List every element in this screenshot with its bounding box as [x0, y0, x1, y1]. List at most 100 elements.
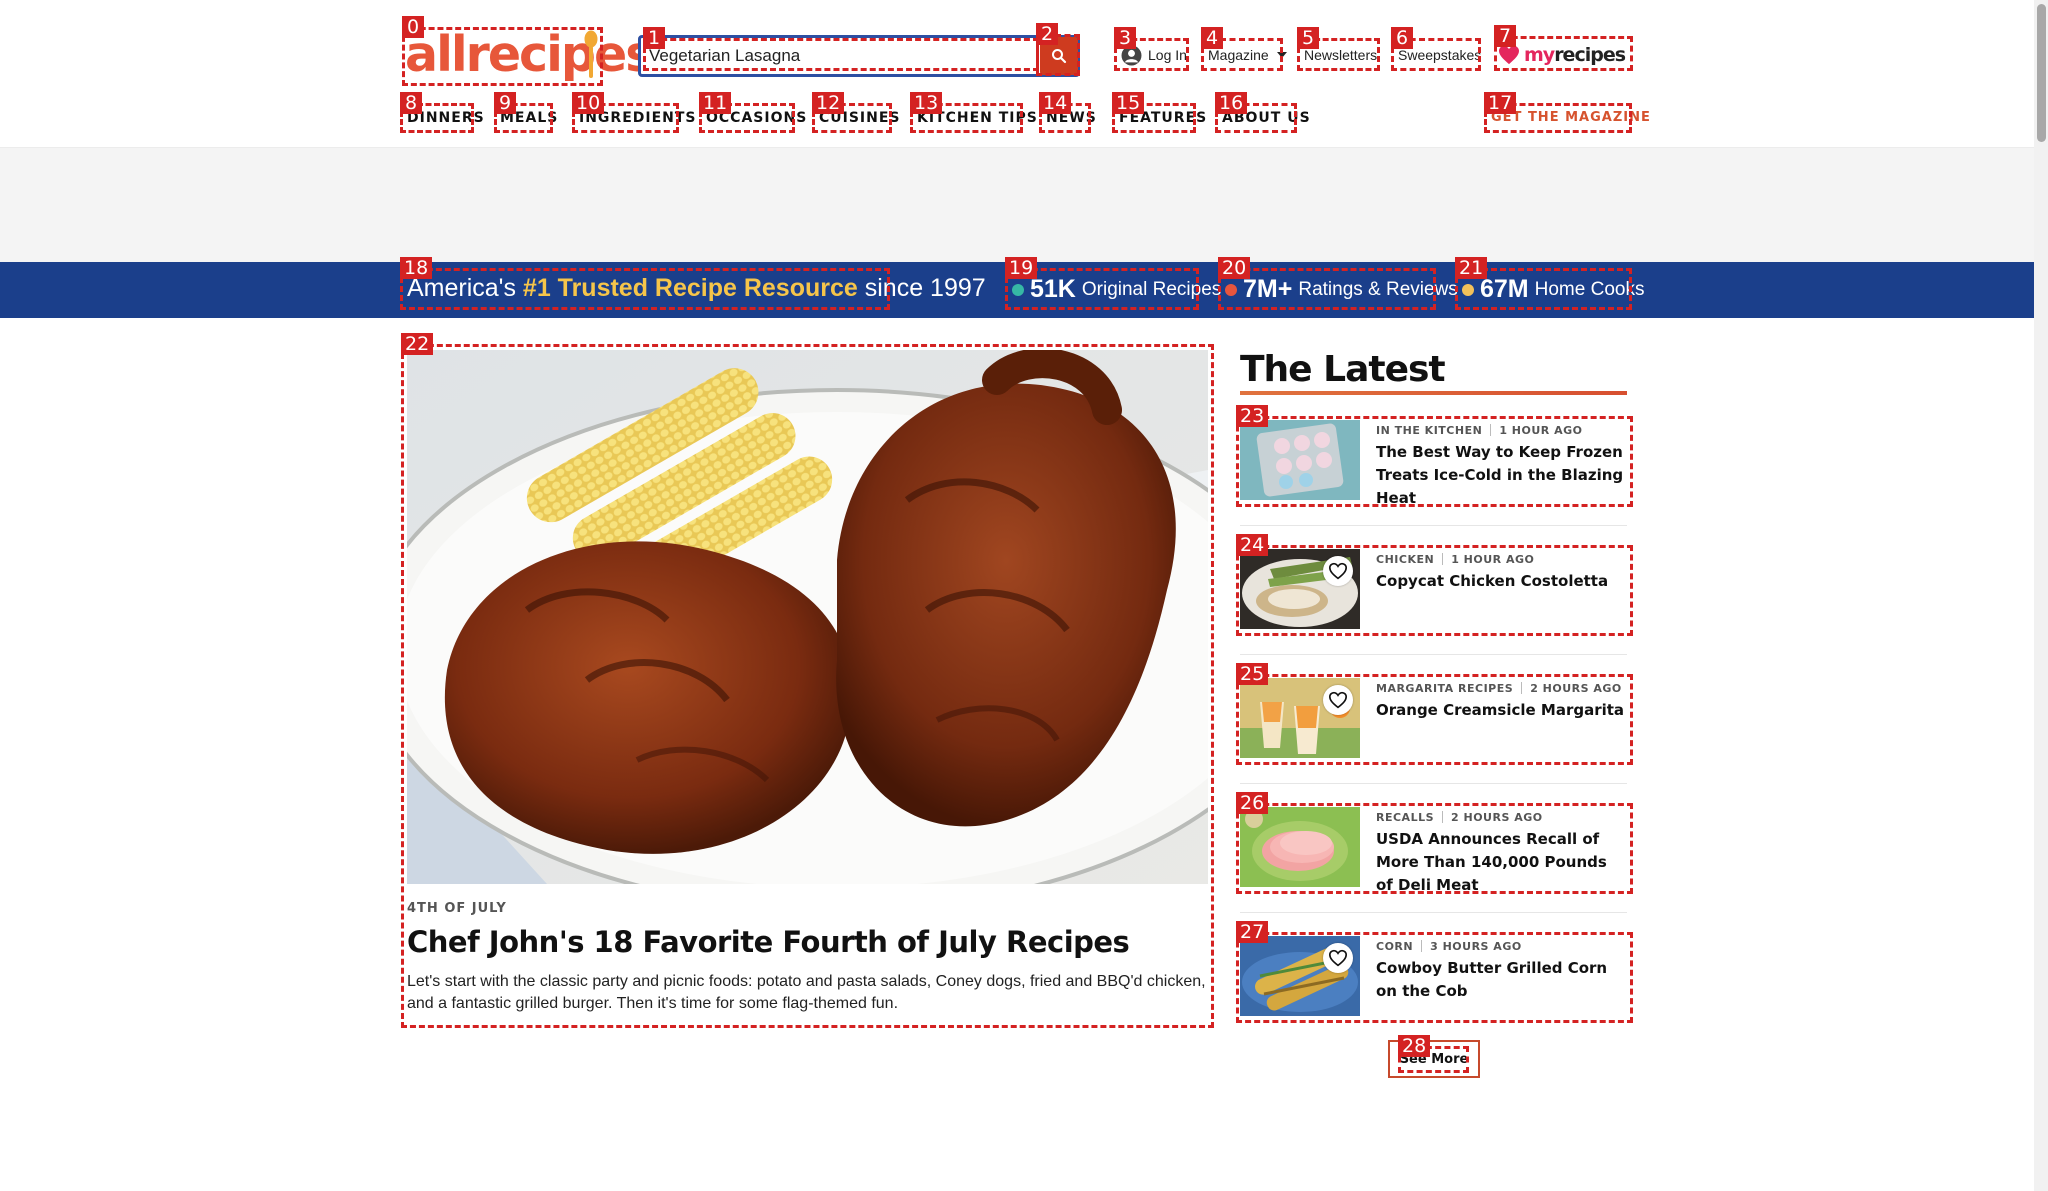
hero-image: [407, 350, 1208, 884]
stat-value: 51K: [1030, 275, 1076, 303]
trust-highlight: #1 Trusted Recipe Resource: [522, 274, 858, 302]
spoon-icon: [584, 30, 598, 78]
login-label: Log In: [1148, 47, 1187, 63]
nav-occasions[interactable]: OCCASIONS: [706, 110, 807, 126]
latest-card-3[interactable]: MARGARITA RECIPES 2 HOURS AGO Orange Crea…: [1237, 675, 1632, 764]
hero-eyebrow: 4TH OF JULY: [407, 901, 507, 916]
magazine-label: Magazine: [1208, 47, 1269, 63]
logo[interactable]: allrecipes: [405, 30, 654, 82]
card-title: USDA Announces Recall of More Than 140,0…: [1376, 830, 1607, 894]
card-category: MARGARITA RECIPES: [1376, 682, 1514, 695]
caret-down-icon: [1276, 52, 1287, 58]
hero-card[interactable]: 4TH OF JULY Chef John's 18 Favorite Four…: [404, 347, 1211, 1025]
search-icon: [1052, 49, 1067, 64]
card-time: 2 HOURS AGO: [1530, 682, 1622, 695]
nav-news[interactable]: NEWS: [1046, 110, 1097, 126]
meta-separator: [1521, 682, 1523, 694]
card-title: Cowboy Butter Grilled Corn on the Cob: [1376, 959, 1608, 1000]
newsletters-link[interactable]: Newsletters: [1304, 44, 1377, 66]
sweepstakes-label: Sweepstakes: [1398, 47, 1482, 63]
newsletters-label: Newsletters: [1304, 47, 1378, 63]
nav-dinners[interactable]: DINNERS: [407, 110, 485, 126]
trust-prefix: America's: [407, 274, 516, 302]
hero-title: Chef John's 18 Favorite Fourth of July R…: [407, 925, 1130, 959]
meta-separator: [1421, 940, 1423, 952]
card-title: The Best Way to Keep Frozen Treats Ice-C…: [1376, 443, 1624, 507]
scrollbar-thumb[interactable]: [2037, 4, 2046, 142]
stat-dot-icon: [1225, 283, 1237, 296]
get-magazine-link[interactable]: GET THE MAGAZINE: [1491, 110, 1651, 125]
latest-card-5[interactable]: CORN 3 HOURS AGO Cowboy Butter Grilled Co…: [1237, 933, 1632, 1022]
sweepstakes-link[interactable]: Sweepstakes: [1398, 44, 1481, 66]
stat-home-cooks: 67M Home Cooks: [1462, 275, 1644, 304]
heart-outline-icon: [1328, 562, 1348, 580]
magazine-dropdown[interactable]: Magazine: [1208, 44, 1287, 66]
latest-heading-rule: [1240, 391, 1627, 395]
card-meta: CHICKEN 1 HOUR AGO: [1376, 553, 1534, 566]
stat-original-recipes: 51K Original Recipes: [1012, 275, 1221, 304]
stat-value: 67M: [1480, 275, 1529, 303]
myrecipes-link[interactable]: my recipes: [1498, 40, 1630, 70]
hero-description: Let's start with the classic party and p…: [407, 973, 1206, 1012]
nav-meals[interactable]: MEALS: [500, 110, 558, 126]
latest-card-2[interactable]: CHICKEN 1 HOUR AGO Copycat Chicken Costol…: [1237, 546, 1632, 635]
nav-ingredients[interactable]: INGREDIENTS: [579, 110, 697, 126]
card-thumbnail: [1240, 420, 1360, 500]
trust-bar: America's #1 Trusted Recipe Resource sin…: [0, 262, 2034, 318]
site-header: allrecipes Log In Magazine Newsletters S…: [0, 0, 2034, 148]
myrecipes-suffix: recipes: [1554, 44, 1626, 66]
myrecipes-prefix: my: [1524, 44, 1555, 66]
card-time: 2 HOURS AGO: [1451, 811, 1543, 824]
latest-card-4[interactable]: RECALLS 2 HOURS AGO USDA Announces Recall…: [1237, 804, 1632, 894]
card-divider: [1240, 912, 1627, 913]
card-meta: IN THE KITCHEN 1 HOUR AGO: [1376, 424, 1582, 437]
stat-ratings-reviews: 7M+ Ratings & Reviews: [1225, 275, 1458, 304]
nav-about-us[interactable]: ABOUT US: [1222, 110, 1311, 126]
stat-label: Ratings & Reviews: [1298, 278, 1458, 300]
heart-outline-icon: [1328, 691, 1348, 709]
login-link[interactable]: Log In: [1121, 44, 1187, 66]
nav-features[interactable]: FEATURES: [1119, 110, 1207, 126]
card-category: IN THE KITCHEN: [1376, 424, 1483, 437]
card-divider: [1240, 783, 1627, 784]
card-meta: RECALLS 2 HOURS AGO: [1376, 811, 1543, 824]
stat-label: Original Recipes: [1081, 278, 1222, 300]
heart-outline-icon: [1328, 949, 1348, 967]
card-time: 1 HOUR AGO: [1499, 424, 1583, 437]
nav-kitchen-tips[interactable]: KITCHEN TIPS: [917, 110, 1038, 126]
card-thumbnail: [1240, 807, 1360, 887]
nav-cuisines[interactable]: CUISINES: [819, 110, 901, 126]
stat-dot-icon: [1462, 283, 1474, 296]
see-more-button[interactable]: See More: [1388, 1040, 1480, 1078]
search-box: [638, 35, 1080, 77]
user-circle-icon: [1121, 45, 1142, 65]
favorite-button[interactable]: [1323, 685, 1353, 715]
scrollbar-track[interactable]: [2034, 0, 2048, 1191]
meta-separator: [1442, 811, 1444, 823]
card-meta: MARGARITA RECIPES 2 HOURS AGO: [1376, 682, 1622, 695]
card-category: RECALLS: [1376, 811, 1435, 824]
trust-suffix: since 1997: [864, 274, 986, 302]
logo-text: allrecipes: [405, 26, 654, 83]
card-title: Orange Creamsicle Margarita: [1376, 701, 1625, 719]
favorite-button[interactable]: [1323, 556, 1353, 586]
meta-separator: [1442, 553, 1444, 565]
latest-card-1[interactable]: IN THE KITCHEN 1 HOUR AGO The Best Way to…: [1237, 417, 1632, 507]
ad-banner-area: [0, 148, 2034, 262]
card-time: 3 HOURS AGO: [1430, 940, 1522, 953]
search-input[interactable]: [641, 38, 1077, 74]
card-divider: [1240, 525, 1627, 526]
stat-value: 7M+: [1243, 275, 1293, 303]
meta-separator: [1490, 424, 1492, 436]
trust-statement: America's #1 Trusted Recipe Resource sin…: [407, 274, 986, 303]
favorite-button[interactable]: [1323, 943, 1353, 973]
card-category: CHICKEN: [1376, 553, 1435, 566]
stat-dot-icon: [1012, 283, 1024, 296]
card-meta: CORN 3 HOURS AGO: [1376, 940, 1522, 953]
card-time: 1 HOUR AGO: [1451, 553, 1535, 566]
card-divider: [1240, 654, 1627, 655]
search-button[interactable]: [1040, 37, 1078, 75]
card-title: Copycat Chicken Costoletta: [1376, 572, 1609, 590]
stat-label: Home Cooks: [1534, 278, 1645, 300]
card-category: CORN: [1376, 940, 1414, 953]
